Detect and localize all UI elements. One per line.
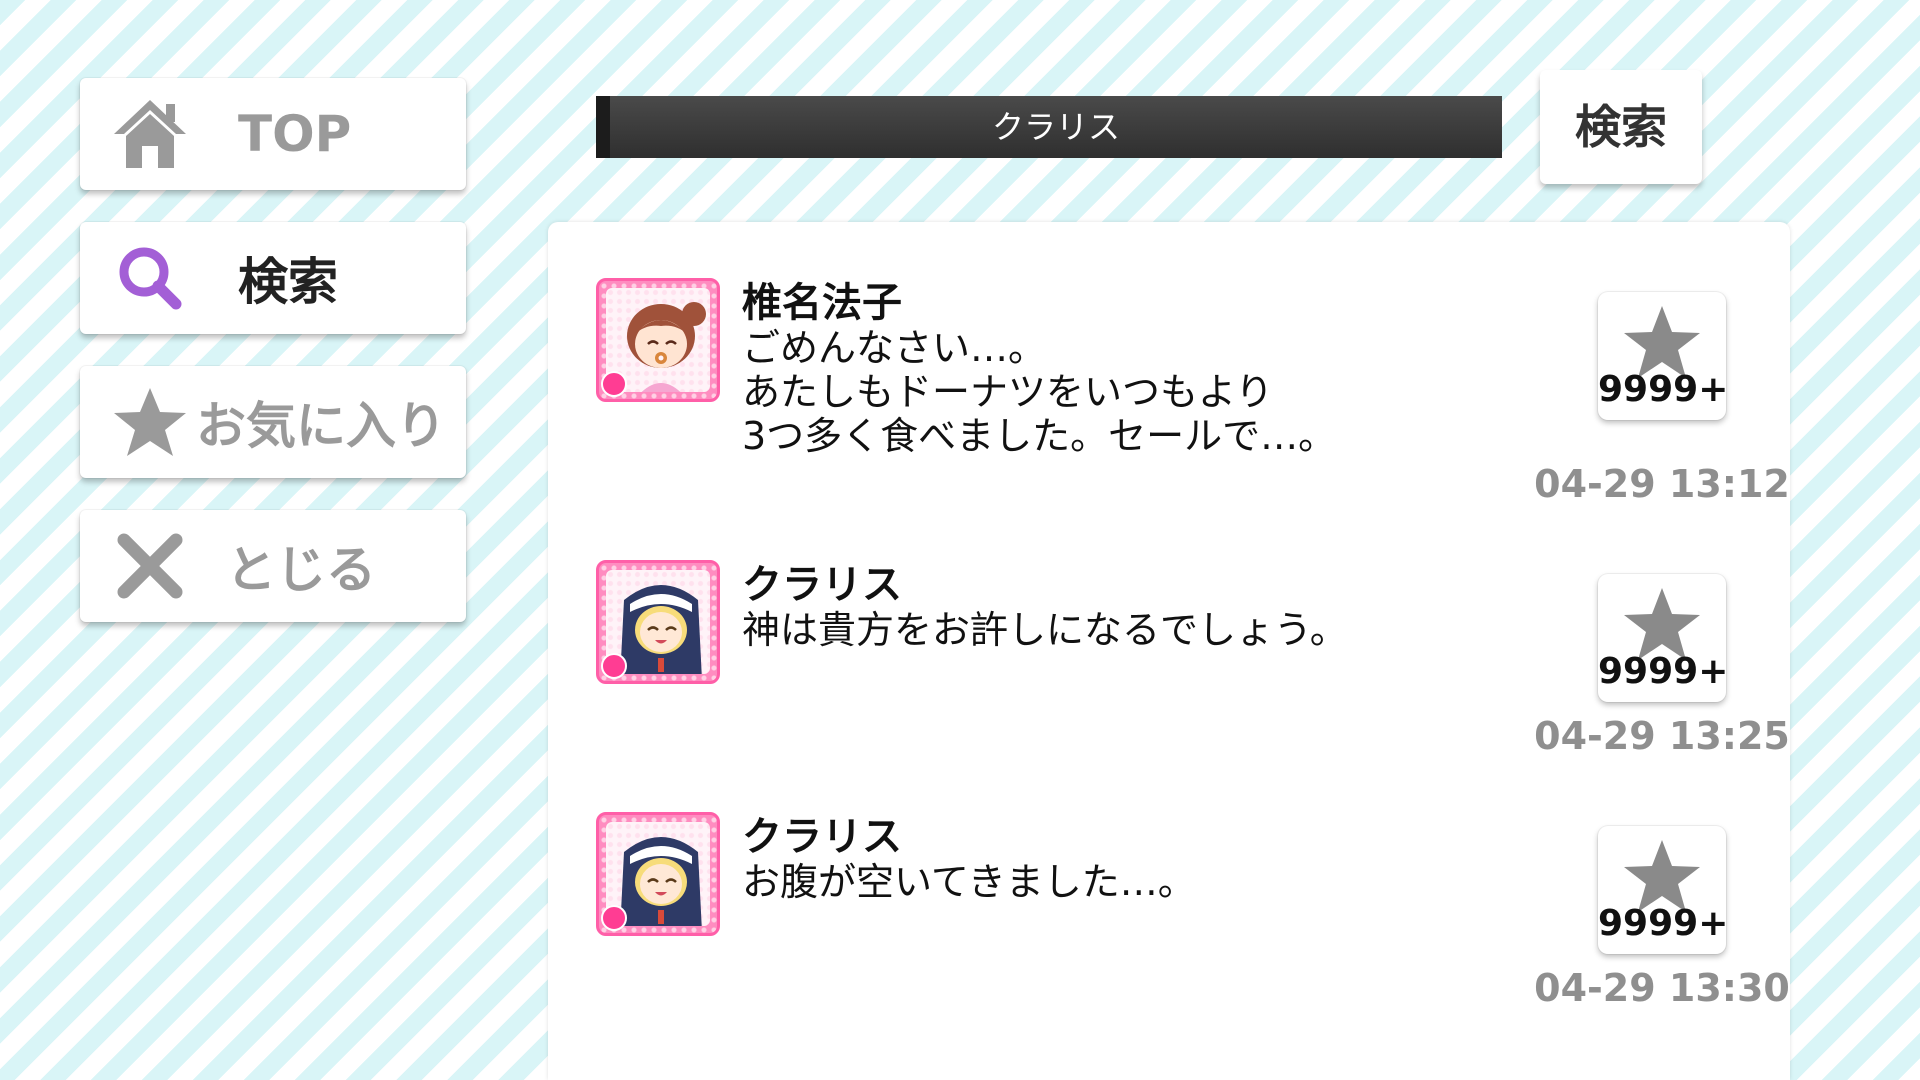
message-text: お腹が空いてきました…。 (742, 860, 1196, 904)
sidebar-favorites-button[interactable]: お気に入り (80, 366, 466, 478)
star-icon (114, 388, 186, 456)
sidebar-search-label: 検索 (238, 253, 338, 311)
close-icon (117, 533, 183, 599)
sidebar-top-label: TOP (238, 105, 352, 163)
message-text: 神は貴方をお許しになるでしょう。 (742, 608, 1348, 652)
like-button[interactable]: 9999+ (1598, 574, 1729, 702)
message-sender: クラリス (742, 814, 902, 860)
message-timestamp: 04-29 13:12 (1534, 462, 1790, 506)
search-icon (119, 247, 182, 310)
message-timestamp: 04-29 13:25 (1534, 714, 1790, 758)
sidebar-close-button[interactable]: とじる (80, 510, 466, 622)
like-count: 9999+ (1598, 651, 1729, 692)
avatar[interactable] (596, 278, 720, 402)
badge-icon (601, 371, 627, 397)
message-text: ごめんなさい…。 あたしもドーナツをいつもより 3つ多く食べました。セールで…。 (742, 326, 1337, 458)
like-button[interactable]: 9999+ (1598, 292, 1729, 420)
message-list: 椎名法子 ごめんなさい…。 あたしもドーナツをいつもより 3つ多く食べました。セ… (548, 222, 1790, 1080)
avatar[interactable] (596, 812, 720, 936)
avatar[interactable] (596, 560, 720, 684)
message-timestamp: 04-29 13:30 (1534, 966, 1790, 1010)
badge-icon (601, 653, 627, 679)
like-count: 9999+ (1598, 903, 1729, 944)
message-sender: クラリス (742, 562, 902, 608)
sidebar-top-button[interactable]: TOP (80, 78, 466, 190)
sidebar-close-label: とじる (226, 541, 376, 599)
sidebar-favorites-label: お気に入り (196, 397, 446, 455)
like-button[interactable]: 9999+ (1598, 826, 1729, 954)
home-icon (114, 100, 186, 168)
search-input[interactable]: クラリス (596, 96, 1502, 158)
badge-icon (601, 905, 627, 931)
search-button[interactable]: 検索 (1540, 70, 1702, 184)
message-sender: 椎名法子 (742, 280, 902, 326)
like-count: 9999+ (1598, 369, 1729, 410)
sidebar-search-button[interactable]: 検索 (80, 222, 466, 334)
